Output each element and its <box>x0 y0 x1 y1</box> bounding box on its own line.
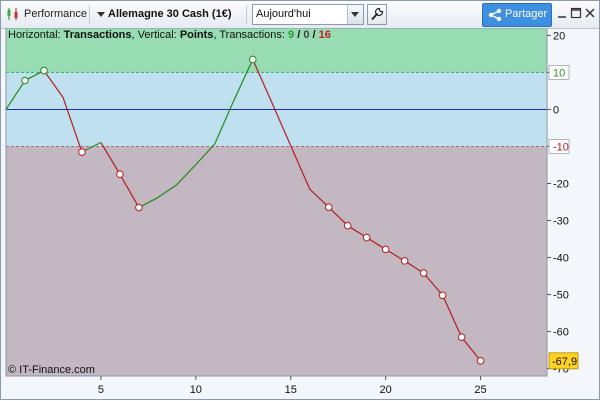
data-point <box>419 269 428 277</box>
instrument-selector[interactable]: Allemagne 30 Cash (1€) <box>108 8 232 20</box>
x-tick-label: 15 <box>285 384 297 396</box>
y-tick-label: 20 <box>553 30 565 42</box>
close-icon[interactable] <box>584 7 596 19</box>
x-tick-label: 5 <box>98 384 104 396</box>
data-point <box>343 221 352 230</box>
x-tick-label: 25 <box>474 384 486 396</box>
toolbar-separator <box>89 5 90 24</box>
count-separator: / <box>309 29 319 41</box>
data-point <box>400 257 409 265</box>
data-point <box>324 203 333 211</box>
toolbar-separator <box>246 5 247 24</box>
candlestick-chart-icon[interactable] <box>6 7 20 21</box>
count-separator: / <box>294 29 304 41</box>
data-point <box>438 291 447 300</box>
data-point <box>78 148 86 156</box>
maximize-icon[interactable] <box>570 7 582 19</box>
minimize-icon[interactable] <box>556 7 568 19</box>
y-tick-label: -20 <box>553 178 569 190</box>
transactions-label: , Transactions: <box>213 29 285 41</box>
y-tick-label: -50 <box>553 290 569 302</box>
loss-count: 16 <box>318 29 331 41</box>
performance-chart[interactable]: 20100-10-20-30-40-50-60-705 10 15 20 25-67,9 <box>1 28 600 401</box>
copyright: © IT-Finance.com <box>8 364 95 376</box>
performance-window: Performance Allemagne 30 Cash (1€) Aujou… <box>0 0 600 400</box>
vertical-label: , Vertical: <box>131 29 177 41</box>
share-button[interactable]: Partager <box>482 3 552 27</box>
y-tick-label: -40 <box>553 253 569 265</box>
period-select[interactable]: Aujourd'hui <box>252 4 364 25</box>
y-tick-label: -30 <box>553 216 569 228</box>
chevron-down-icon[interactable] <box>347 5 363 24</box>
y-tick-label: -60 <box>553 327 569 339</box>
period-select-value: Aujourd'hui <box>256 8 311 20</box>
performance-label[interactable]: Performance <box>24 8 87 20</box>
toolbar: Performance Allemagne 30 Cash (1€) Aujou… <box>1 1 599 29</box>
y-tick-label: -10 <box>553 141 569 153</box>
data-point <box>362 233 371 242</box>
data-point <box>135 203 143 212</box>
share-button-label: Partager <box>505 8 548 20</box>
instrument-dropdown-icon[interactable] <box>97 12 105 17</box>
data-point <box>381 245 390 254</box>
settings-button[interactable] <box>367 4 387 25</box>
y-tick-label: 0 <box>553 104 559 116</box>
wrench-icon <box>371 7 384 21</box>
chart-info-line: Horizontal: Transactions, Vertical: Poin… <box>8 29 331 41</box>
horizontal-label: Horizontal: <box>8 29 61 41</box>
data-point <box>248 55 257 64</box>
horizontal-value: Transactions <box>63 29 132 41</box>
vertical-value: Points <box>179 29 214 41</box>
data-point <box>476 357 485 365</box>
data-point <box>21 76 29 85</box>
data-point <box>40 66 48 75</box>
y-tick-label: 10 <box>553 67 565 79</box>
x-tick-label: 20 <box>380 384 392 396</box>
data-point <box>116 170 124 179</box>
share-icon <box>488 8 502 22</box>
last-value-label: -67,9 <box>552 356 577 368</box>
data-point <box>457 333 466 341</box>
x-tick-label: 10 <box>190 384 202 396</box>
